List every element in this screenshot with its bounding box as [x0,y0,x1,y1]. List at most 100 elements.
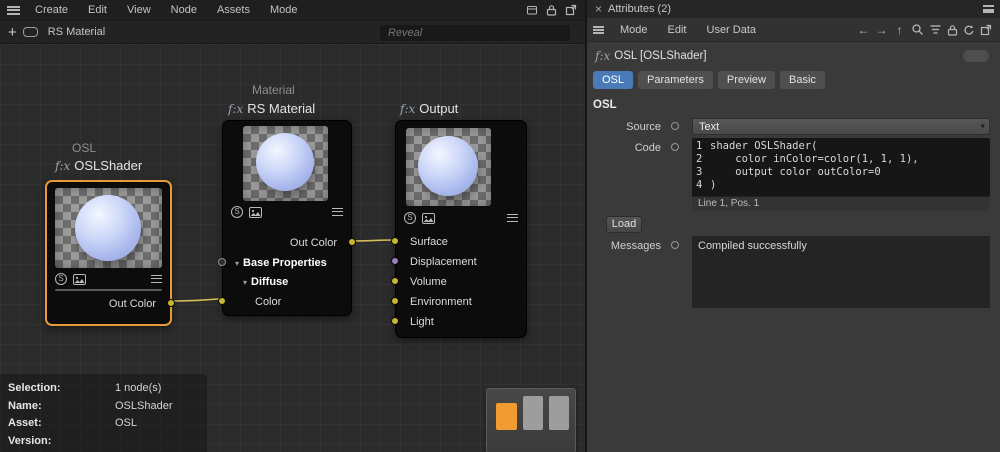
source-dropdown[interactable]: Text ▾ [692,118,990,135]
forward-icon[interactable]: → [875,23,888,37]
source-dropdown-value: Text [699,121,719,133]
image-icon[interactable] [422,213,435,224]
port-label-volume: Volume [410,276,447,288]
tab-preview[interactable]: Preview [718,71,775,89]
lock-icon[interactable] [546,4,557,16]
add-node-button[interactable]: + [0,24,23,41]
window-icon[interactable] [526,4,538,16]
swatch-gray-2[interactable] [549,396,569,430]
anim-dot-code[interactable] [671,143,679,151]
attributes-menubar: Mode Edit User Data ← → ↑ [587,18,1000,42]
wire-material-to-output [353,240,393,241]
menu-edit[interactable]: Edit [658,18,697,41]
port-label-out-color: Out Color [109,298,156,310]
node-shape-icon[interactable] [23,27,38,37]
node-editor: Create Edit View Node Assets Mode + RS M… [0,0,585,452]
up-icon[interactable]: ↑ [893,23,906,37]
chevron-down-icon: ▾ [980,121,985,132]
group-label-base-properties[interactable]: Base Properties [243,257,327,269]
panel-title: Attributes (2) [608,3,671,15]
close-icon[interactable]: × [587,2,608,16]
app-window: Create Edit View Node Assets Mode + RS M… [0,0,1000,452]
menu-mode[interactable]: Mode [610,18,658,41]
messages-label: Messages [587,240,661,252]
preview-sphere [75,195,141,261]
filter-icon[interactable] [929,23,942,36]
menu-view[interactable]: View [117,0,161,20]
menu-node[interactable]: Node [161,0,207,20]
menu-assets[interactable]: Assets [207,0,260,20]
node-menu-icon[interactable] [151,275,162,283]
attr-menu-icon[interactable] [593,26,604,34]
attributes-panel: × Attributes (2) Mode Edit User Data ← →… [585,0,1000,452]
image-icon[interactable] [249,207,262,218]
port-label-surface: Surface [410,236,448,248]
source-label: Source [587,121,661,133]
port-volume[interactable] [391,277,399,285]
solo-icon[interactable]: S [231,206,243,218]
code-status-bar: Line 1, Pos. 1 [692,196,990,211]
image-icon[interactable] [73,274,86,285]
menu-edit[interactable]: Edit [78,0,117,20]
popout-icon[interactable] [565,4,577,16]
attribute-tabs: OSL Parameters Preview Basic [593,71,825,89]
port-displacement[interactable] [391,257,399,265]
panel-menu-icon[interactable] [983,5,994,13]
menu-create[interactable]: Create [25,0,78,20]
solo-icon[interactable]: S [404,212,416,224]
object-header: f:x OSL [OSLShader] [595,47,992,65]
info-row-version: Version: [8,433,207,451]
node-menu-icon[interactable] [332,208,343,216]
menu-mode[interactable]: Mode [260,0,308,20]
node-editor-toolbar: + RS Material [0,20,585,44]
port-environment[interactable] [391,297,399,305]
lock-icon[interactable] [947,24,958,36]
anim-dot-messages[interactable] [671,241,679,249]
port-label-out-color: Out Color [290,237,337,249]
reveal-search-input[interactable] [380,25,570,41]
tab-parameters[interactable]: Parameters [638,71,713,89]
shader-preview [55,188,162,268]
section-header-osl[interactable]: OSL [593,99,617,111]
tab-basic[interactable]: Basic [780,71,825,89]
port-surface[interactable] [391,237,399,245]
main-menu-icon[interactable] [7,6,20,15]
preview-pill[interactable] [963,50,989,62]
node-oslshader[interactable]: S Out Color [45,180,172,326]
port-color-input[interactable] [218,297,226,305]
search-icon[interactable] [911,23,924,36]
popout-icon[interactable] [980,24,992,36]
menu-user-data[interactable]: User Data [697,18,767,41]
refresh-icon[interactable] [963,24,975,36]
fx-icon: f:x [400,102,415,116]
collapse-arrow-icon[interactable]: ▾ [235,259,239,268]
anim-dot-source[interactable] [671,122,679,130]
port-light[interactable] [391,317,399,325]
port-label-environment: Environment [410,296,472,308]
solo-icon[interactable]: S [55,273,67,285]
swatch-orange[interactable] [496,403,517,430]
node-output[interactable]: S Surface Displacement Volume [395,120,527,338]
group-label-diffuse[interactable]: Diffuse [251,276,288,288]
back-icon[interactable]: ← [857,23,870,37]
port-base-properties[interactable] [218,258,226,266]
tab-osl[interactable]: OSL [593,71,633,89]
object-title: OSL [OSLShader] [614,50,706,62]
node-editor-menubar: Create Edit View Node Assets Mode [0,0,585,20]
swatch-gray-1[interactable] [523,396,543,430]
port-out-color[interactable] [348,238,356,246]
node-title-rs-material: f:xRS Material [228,101,315,116]
port-out-color[interactable] [167,299,175,307]
node-title-oslshader: f:xOSLShader [55,158,142,173]
preview-resize-handle[interactable] [55,289,162,291]
code-editor[interactable]: 1shader OSLShader( 2 color inColor=color… [692,138,990,196]
material-breadcrumb: RS Material [48,26,105,38]
node-canvas[interactable]: OSL f:xOSLShader S Out Color [0,44,585,452]
collapse-arrow-icon[interactable]: ▾ [243,278,247,287]
node-menu-icon[interactable] [507,214,518,222]
code-line: 1shader OSLShader( [696,140,986,153]
node-rs-material[interactable]: S Out Color ▾ Base Properties ▾ Diffuse [222,120,352,316]
wire-osl-to-material [173,299,220,301]
fx-icon: f:x [228,102,243,116]
load-button[interactable]: Load [606,216,642,233]
